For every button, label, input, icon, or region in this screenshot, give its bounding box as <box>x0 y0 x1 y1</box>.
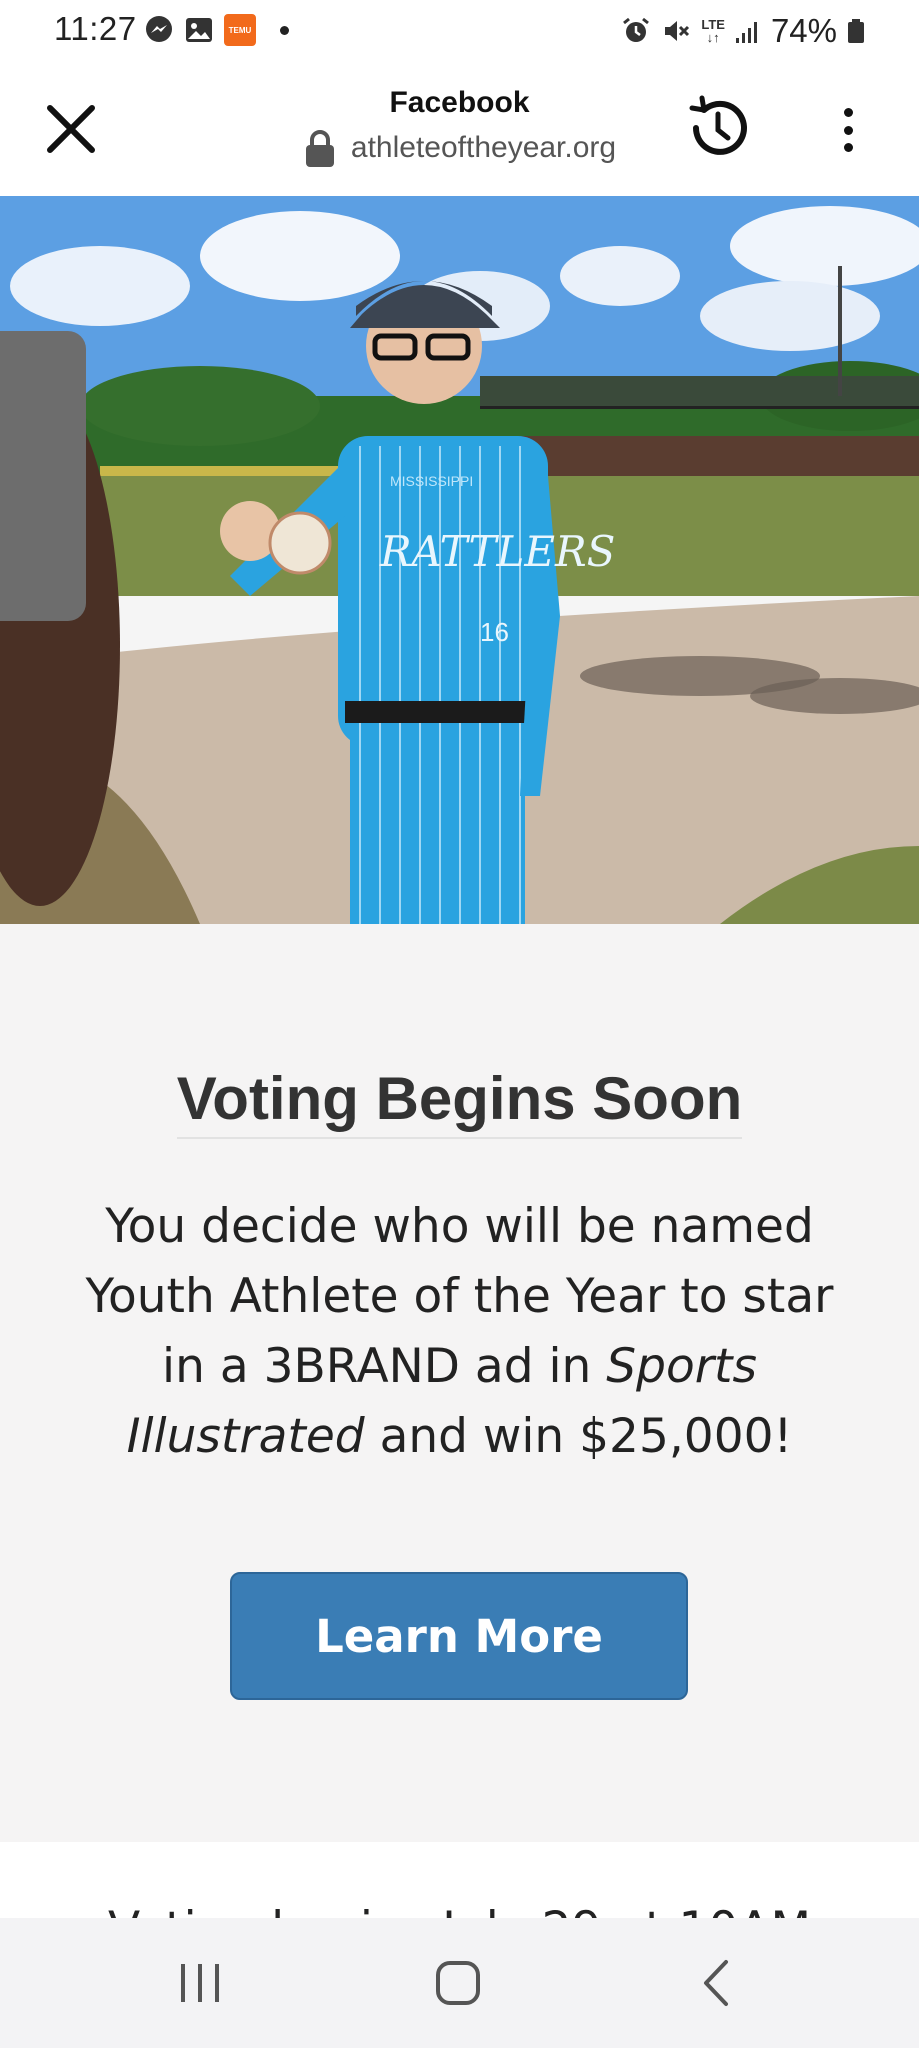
more-options-icon[interactable] <box>830 102 866 158</box>
battery-percent: 74% <box>770 12 837 49</box>
next-section: Voting begins July 29 at 10AM <box>0 1842 919 1918</box>
home-icon <box>436 1961 480 2005</box>
headline: Voting Begins Soon <box>176 1064 743 1139</box>
system-icons: LTE ↓↑ 74% <box>621 12 865 50</box>
battery-icon <box>848 19 864 43</box>
temu-icon: TEMU <box>224 14 256 46</box>
status-bar: 11:27 TEMU LTE ↓↑ 74% <box>0 0 919 62</box>
back-button[interactable] <box>676 1948 756 2018</box>
history-icon[interactable] <box>682 92 754 164</box>
alarm-icon <box>623 17 650 42</box>
jersey-script-text: RATTLERS <box>379 527 615 576</box>
cut-off-text: Voting begins July 29 at 10AM <box>0 1902 919 1918</box>
status-time: 11:27 <box>54 10 137 47</box>
url-text: athleteoftheyear.org <box>350 131 617 164</box>
learn-more-button[interactable]: Learn More <box>230 1572 688 1700</box>
recent-apps-button[interactable] <box>160 1948 240 2018</box>
page-source: Facebook <box>389 86 530 119</box>
jersey-number: 16 <box>480 617 509 647</box>
page-title-area: Facebook athleteoftheyear.org <box>0 86 919 168</box>
android-nav-bar <box>0 1918 919 2048</box>
home-button[interactable] <box>418 1948 498 2018</box>
promo-description: You decide who will be named Youth Athle… <box>70 1192 849 1472</box>
gallery-icon <box>186 18 212 42</box>
temu-badge-text: TEMU <box>228 25 252 35</box>
signal-icon <box>735 22 757 43</box>
hero-image: MISSISSIPPI RATTLERS 16 <box>0 196 919 924</box>
lock-icon <box>305 130 334 167</box>
mute-icon <box>665 21 690 41</box>
lte-icon: LTE ↓↑ <box>701 17 725 45</box>
messenger-icon <box>146 16 172 42</box>
headline-wrap: Voting Begins Soon <box>0 1064 919 1139</box>
back-icon <box>704 1960 728 2006</box>
promo-section: Voting Begins Soon You decide who will b… <box>0 924 919 1842</box>
notification-icons: TEMU <box>144 14 289 46</box>
jersey-top-text: MISSISSIPPI <box>390 473 473 489</box>
lte-label: LTE <box>701 17 725 32</box>
url-row[interactable]: athleteoftheyear.org <box>0 128 919 168</box>
promo-text-2: and win $25,000! <box>364 1409 793 1464</box>
in-app-browser-bar: Facebook athleteoftheyear.org <box>0 62 919 196</box>
more-notifications-dot <box>280 25 289 35</box>
recent-apps-icon <box>181 1964 219 2002</box>
